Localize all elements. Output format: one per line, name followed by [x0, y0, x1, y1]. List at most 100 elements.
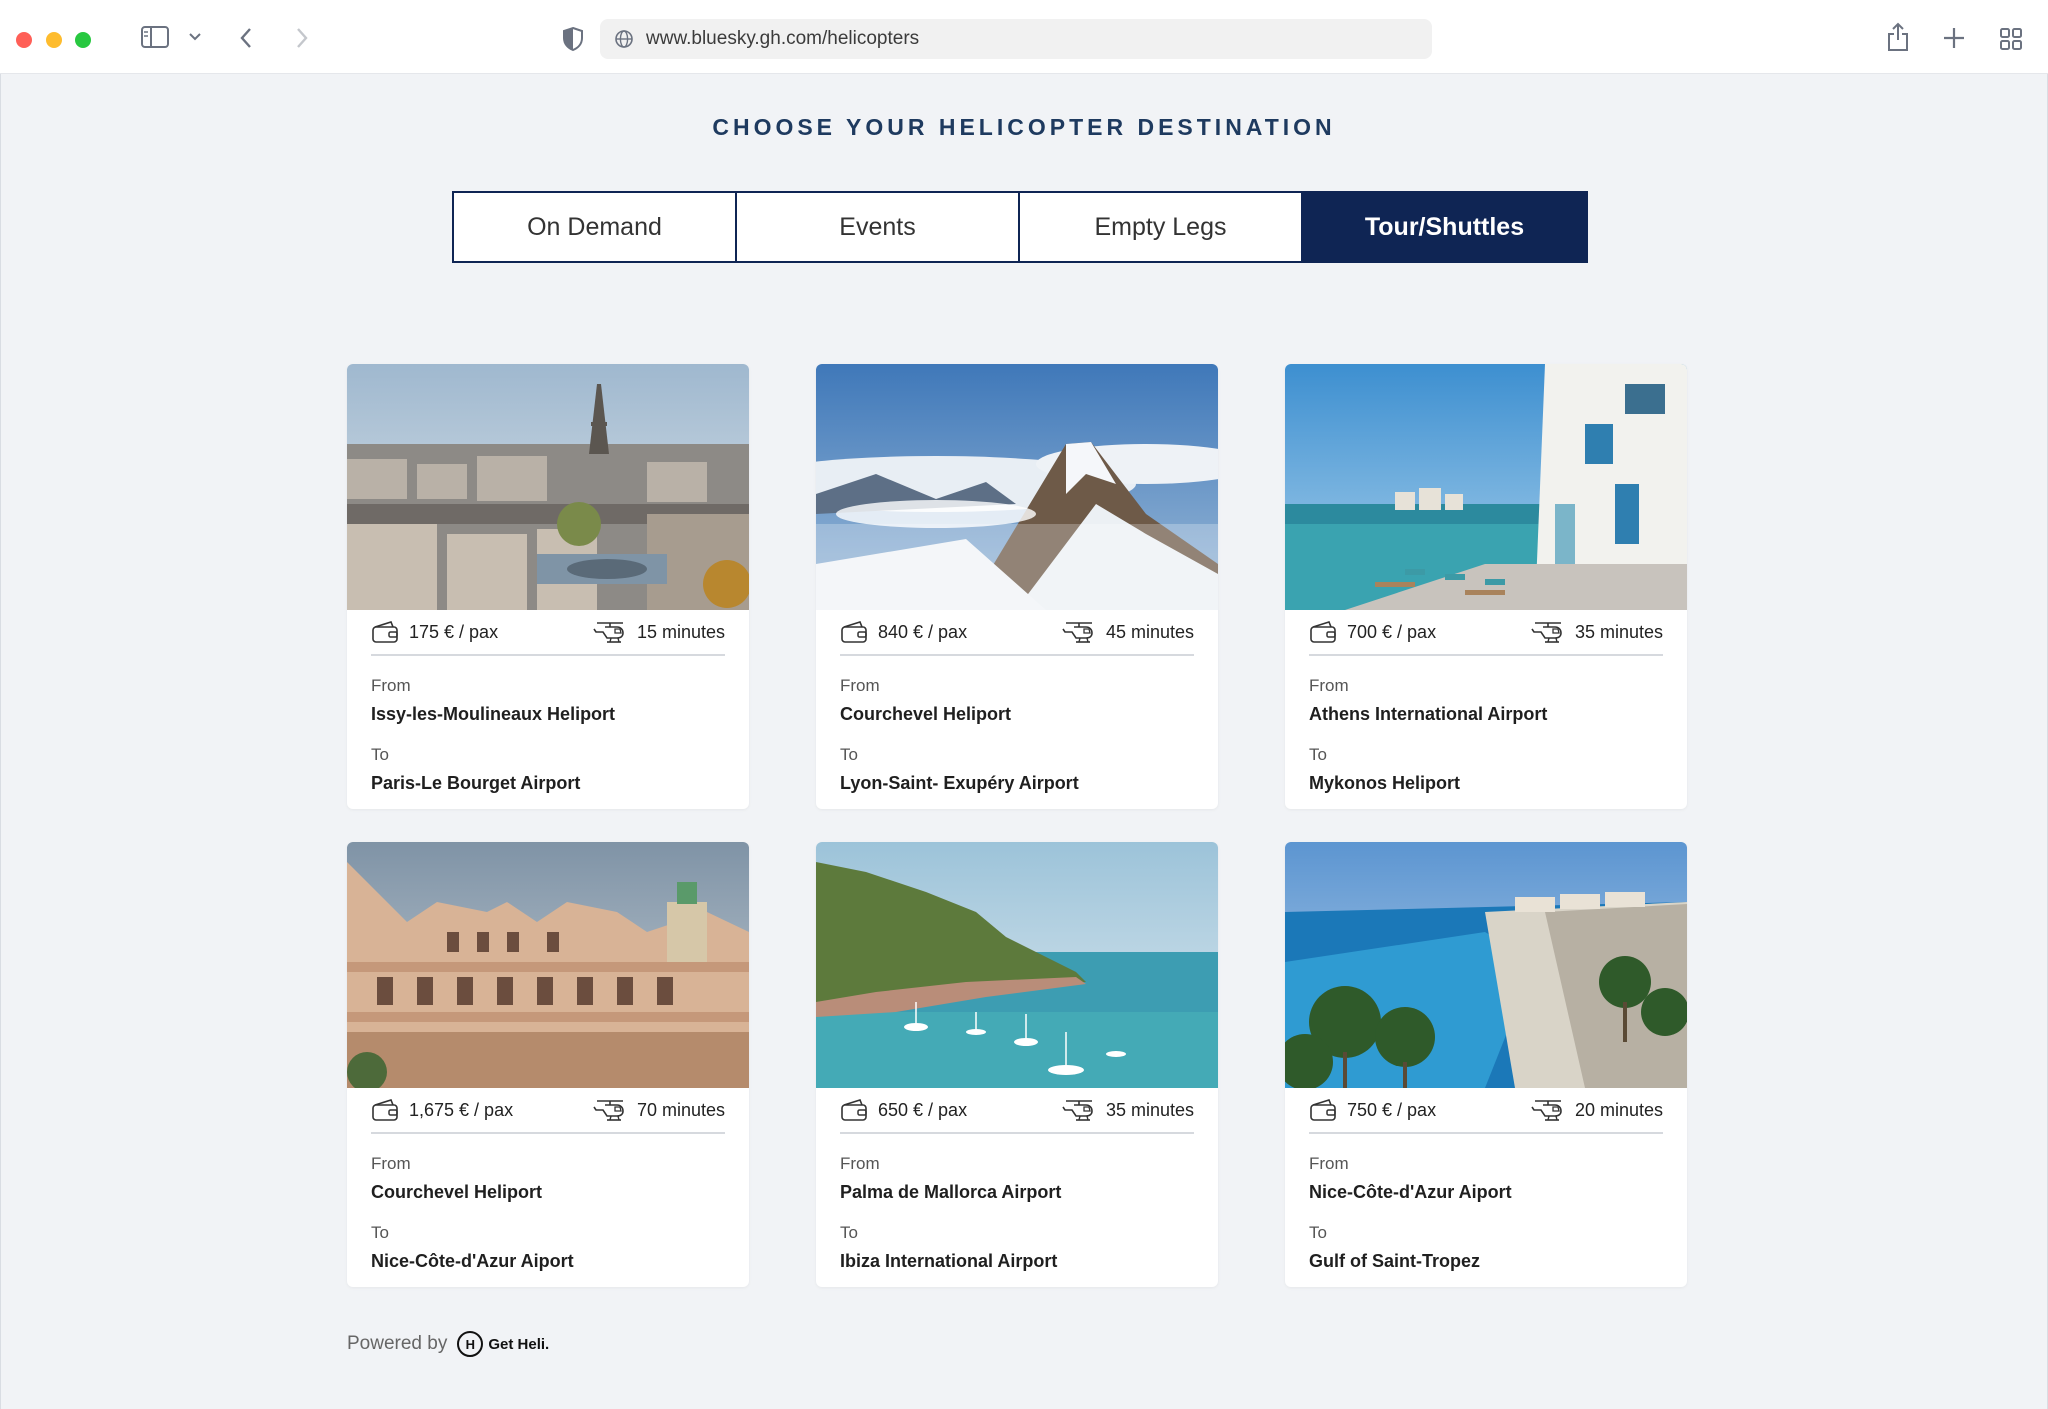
price-text: 700 € / pax	[1347, 621, 1437, 642]
to-location: Gulf of Saint-Tropez	[1309, 1251, 1480, 1271]
to-label: To	[371, 1223, 389, 1242]
card-meta: 175 € / pax 15 minutes	[371, 610, 725, 656]
price-text: 650 € / pax	[878, 1099, 968, 1120]
to-location: Lyon-Saint- Exupéry Airport	[840, 773, 1079, 793]
wallet-icon	[841, 621, 867, 643]
tab-tour-shuttles[interactable]: Tour/Shuttles	[1303, 193, 1586, 261]
price-text: 1,675 € / pax	[409, 1099, 514, 1120]
to-label: To	[1309, 1223, 1327, 1242]
helicopter-icon	[1062, 622, 1093, 643]
privacy-shield-icon[interactable]	[562, 26, 584, 52]
wallet-icon	[372, 621, 398, 643]
from-label: From	[840, 1154, 880, 1173]
from-location: Issy-les-Moulineaux Heliport	[371, 704, 616, 724]
helicopter-icon	[1531, 1100, 1562, 1121]
to-location: Nice-Côte-d'Azur Aiport	[371, 1251, 574, 1271]
to-location: Paris-Le Bourget Airport	[371, 773, 581, 793]
from-location: Palma de Mallorca Airport	[840, 1182, 1062, 1202]
route-info: From Courchevel Heliport To Nice-Côte-d'…	[347, 1134, 749, 1272]
route-info: From Athens International Airport To Myk…	[1285, 656, 1687, 794]
url-text: www.bluesky.gh.com/helicopters	[646, 28, 920, 49]
duration-text: 15 minutes	[636, 621, 725, 642]
snowy-mountain-peak-photo	[816, 364, 1218, 610]
destination-card[interactable]: 840 € / pax 45 minutes From Courchevel H…	[816, 364, 1218, 809]
to-label: To	[371, 745, 389, 764]
tab-on-demand[interactable]: On Demand	[454, 193, 737, 261]
from-location: Nice-Côte-d'Azur Aiport	[1309, 1182, 1512, 1202]
wallet-icon	[841, 1099, 867, 1121]
monaco-palace-building-photo	[347, 842, 749, 1088]
to-label: To	[1309, 745, 1327, 764]
route-info: From Courchevel Heliport To Lyon-Saint- …	[816, 656, 1218, 794]
route-info: From Palma de Mallorca Airport To Ibiza …	[816, 1134, 1218, 1272]
category-tabs: On Demand Events Empty Legs Tour/Shuttle…	[452, 191, 1588, 263]
minimize-window-button[interactable]	[46, 32, 62, 48]
price-text: 175 € / pax	[409, 621, 499, 642]
duration-text: 35 minutes	[1105, 1099, 1194, 1120]
helicopter-icon	[593, 1100, 624, 1121]
to-label: To	[840, 1223, 858, 1242]
from-label: From	[371, 676, 411, 695]
wallet-icon	[372, 1099, 398, 1121]
paris-eiffel-tower-photo	[347, 364, 749, 610]
tab-events[interactable]: Events	[737, 193, 1020, 261]
nice-beach-promenade-photo	[1285, 842, 1687, 1088]
duration-text: 35 minutes	[1574, 621, 1663, 642]
wallet-icon	[1310, 1099, 1336, 1121]
globe-icon	[615, 30, 633, 48]
tab-empty-legs[interactable]: Empty Legs	[1020, 193, 1303, 261]
from-label: From	[1309, 1154, 1349, 1173]
brand-name: Get Heli.	[488, 1335, 550, 1353]
helicopter-icon	[1062, 1100, 1093, 1121]
from-location: Courchevel Heliport	[371, 1182, 543, 1202]
duration-text: 45 minutes	[1105, 621, 1194, 642]
chevron-down-icon[interactable]	[188, 32, 202, 42]
card-meta: 1,675 € / pax 70 minutes	[371, 1088, 725, 1134]
destination-card[interactable]: 700 € / pax 35 minutes From Athens Inter…	[1285, 364, 1687, 809]
to-location: Mykonos Heliport	[1309, 773, 1461, 793]
price-text: 840 € / pax	[878, 621, 968, 642]
destination-card[interactable]: 750 € / pax 20 minutes From Nice-Côte-d'…	[1285, 842, 1687, 1287]
duration-text: 70 minutes	[636, 1099, 725, 1120]
page-title: CHOOSE YOUR HELICOPTER DESTINATION	[712, 114, 1336, 140]
greek-seaside-terrace-photo	[1285, 364, 1687, 610]
route-info: From Issy-les-Moulineaux Heliport To Par…	[347, 656, 749, 794]
destination-grid: 175 € / pax 15 minutes From Issy-les-Mou…	[347, 364, 1687, 1287]
destination-card[interactable]: 175 € / pax 15 minutes From Issy-les-Mou…	[347, 364, 749, 809]
back-arrow-icon[interactable]	[238, 26, 254, 50]
maximize-window-button[interactable]	[75, 32, 91, 48]
helicopter-icon	[593, 622, 624, 643]
new-tab-plus-icon[interactable]	[1942, 26, 1966, 50]
from-label: From	[1309, 676, 1349, 695]
close-window-button[interactable]	[16, 32, 32, 48]
wallet-icon	[1310, 621, 1336, 643]
share-icon[interactable]	[1886, 22, 1910, 52]
from-label: From	[371, 1154, 411, 1173]
browser-toolbar: www.bluesky.gh.com/helicopters	[0, 0, 2048, 74]
to-label: To	[840, 745, 858, 764]
page-content: CHOOSE YOUR HELICOPTER DESTINATION On De…	[0, 74, 2048, 1409]
heli-logo-mark: H	[457, 1331, 484, 1357]
powered-by-footer: Powered by H Get Heli.	[347, 1331, 549, 1357]
helicopter-icon	[1531, 622, 1562, 643]
destination-card[interactable]: 650 € / pax 35 minutes From Palma de Mal…	[816, 842, 1218, 1287]
from-location: Courchevel Heliport	[840, 704, 1012, 724]
sidebar-toggle-icon[interactable]	[140, 24, 170, 50]
card-meta: 650 € / pax 35 minutes	[840, 1088, 1194, 1134]
price-text: 750 € / pax	[1347, 1099, 1437, 1120]
card-meta: 750 € / pax 20 minutes	[1309, 1088, 1663, 1134]
get-heli-logo[interactable]: H Get Heli.	[457, 1331, 549, 1357]
address-bar[interactable]: www.bluesky.gh.com/helicopters	[600, 19, 1432, 59]
to-location: Ibiza International Airport	[840, 1251, 1058, 1271]
mallorca-bay-boats-photo	[816, 842, 1218, 1088]
from-label: From	[840, 676, 880, 695]
card-meta: 700 € / pax 35 minutes	[1309, 610, 1663, 656]
powered-by-label: Powered by	[347, 1333, 448, 1354]
destination-card[interactable]: 1,675 € / pax 70 minutes From Courchevel…	[347, 842, 749, 1287]
route-info: From Nice-Côte-d'Azur Aiport To Gulf of …	[1285, 1134, 1687, 1272]
forward-arrow-icon[interactable]	[294, 26, 310, 50]
from-location: Athens International Airport	[1309, 704, 1548, 724]
duration-text: 20 minutes	[1574, 1099, 1663, 1120]
card-meta: 840 € / pax 45 minutes	[840, 610, 1194, 656]
tab-overview-icon[interactable]	[1999, 27, 2023, 51]
